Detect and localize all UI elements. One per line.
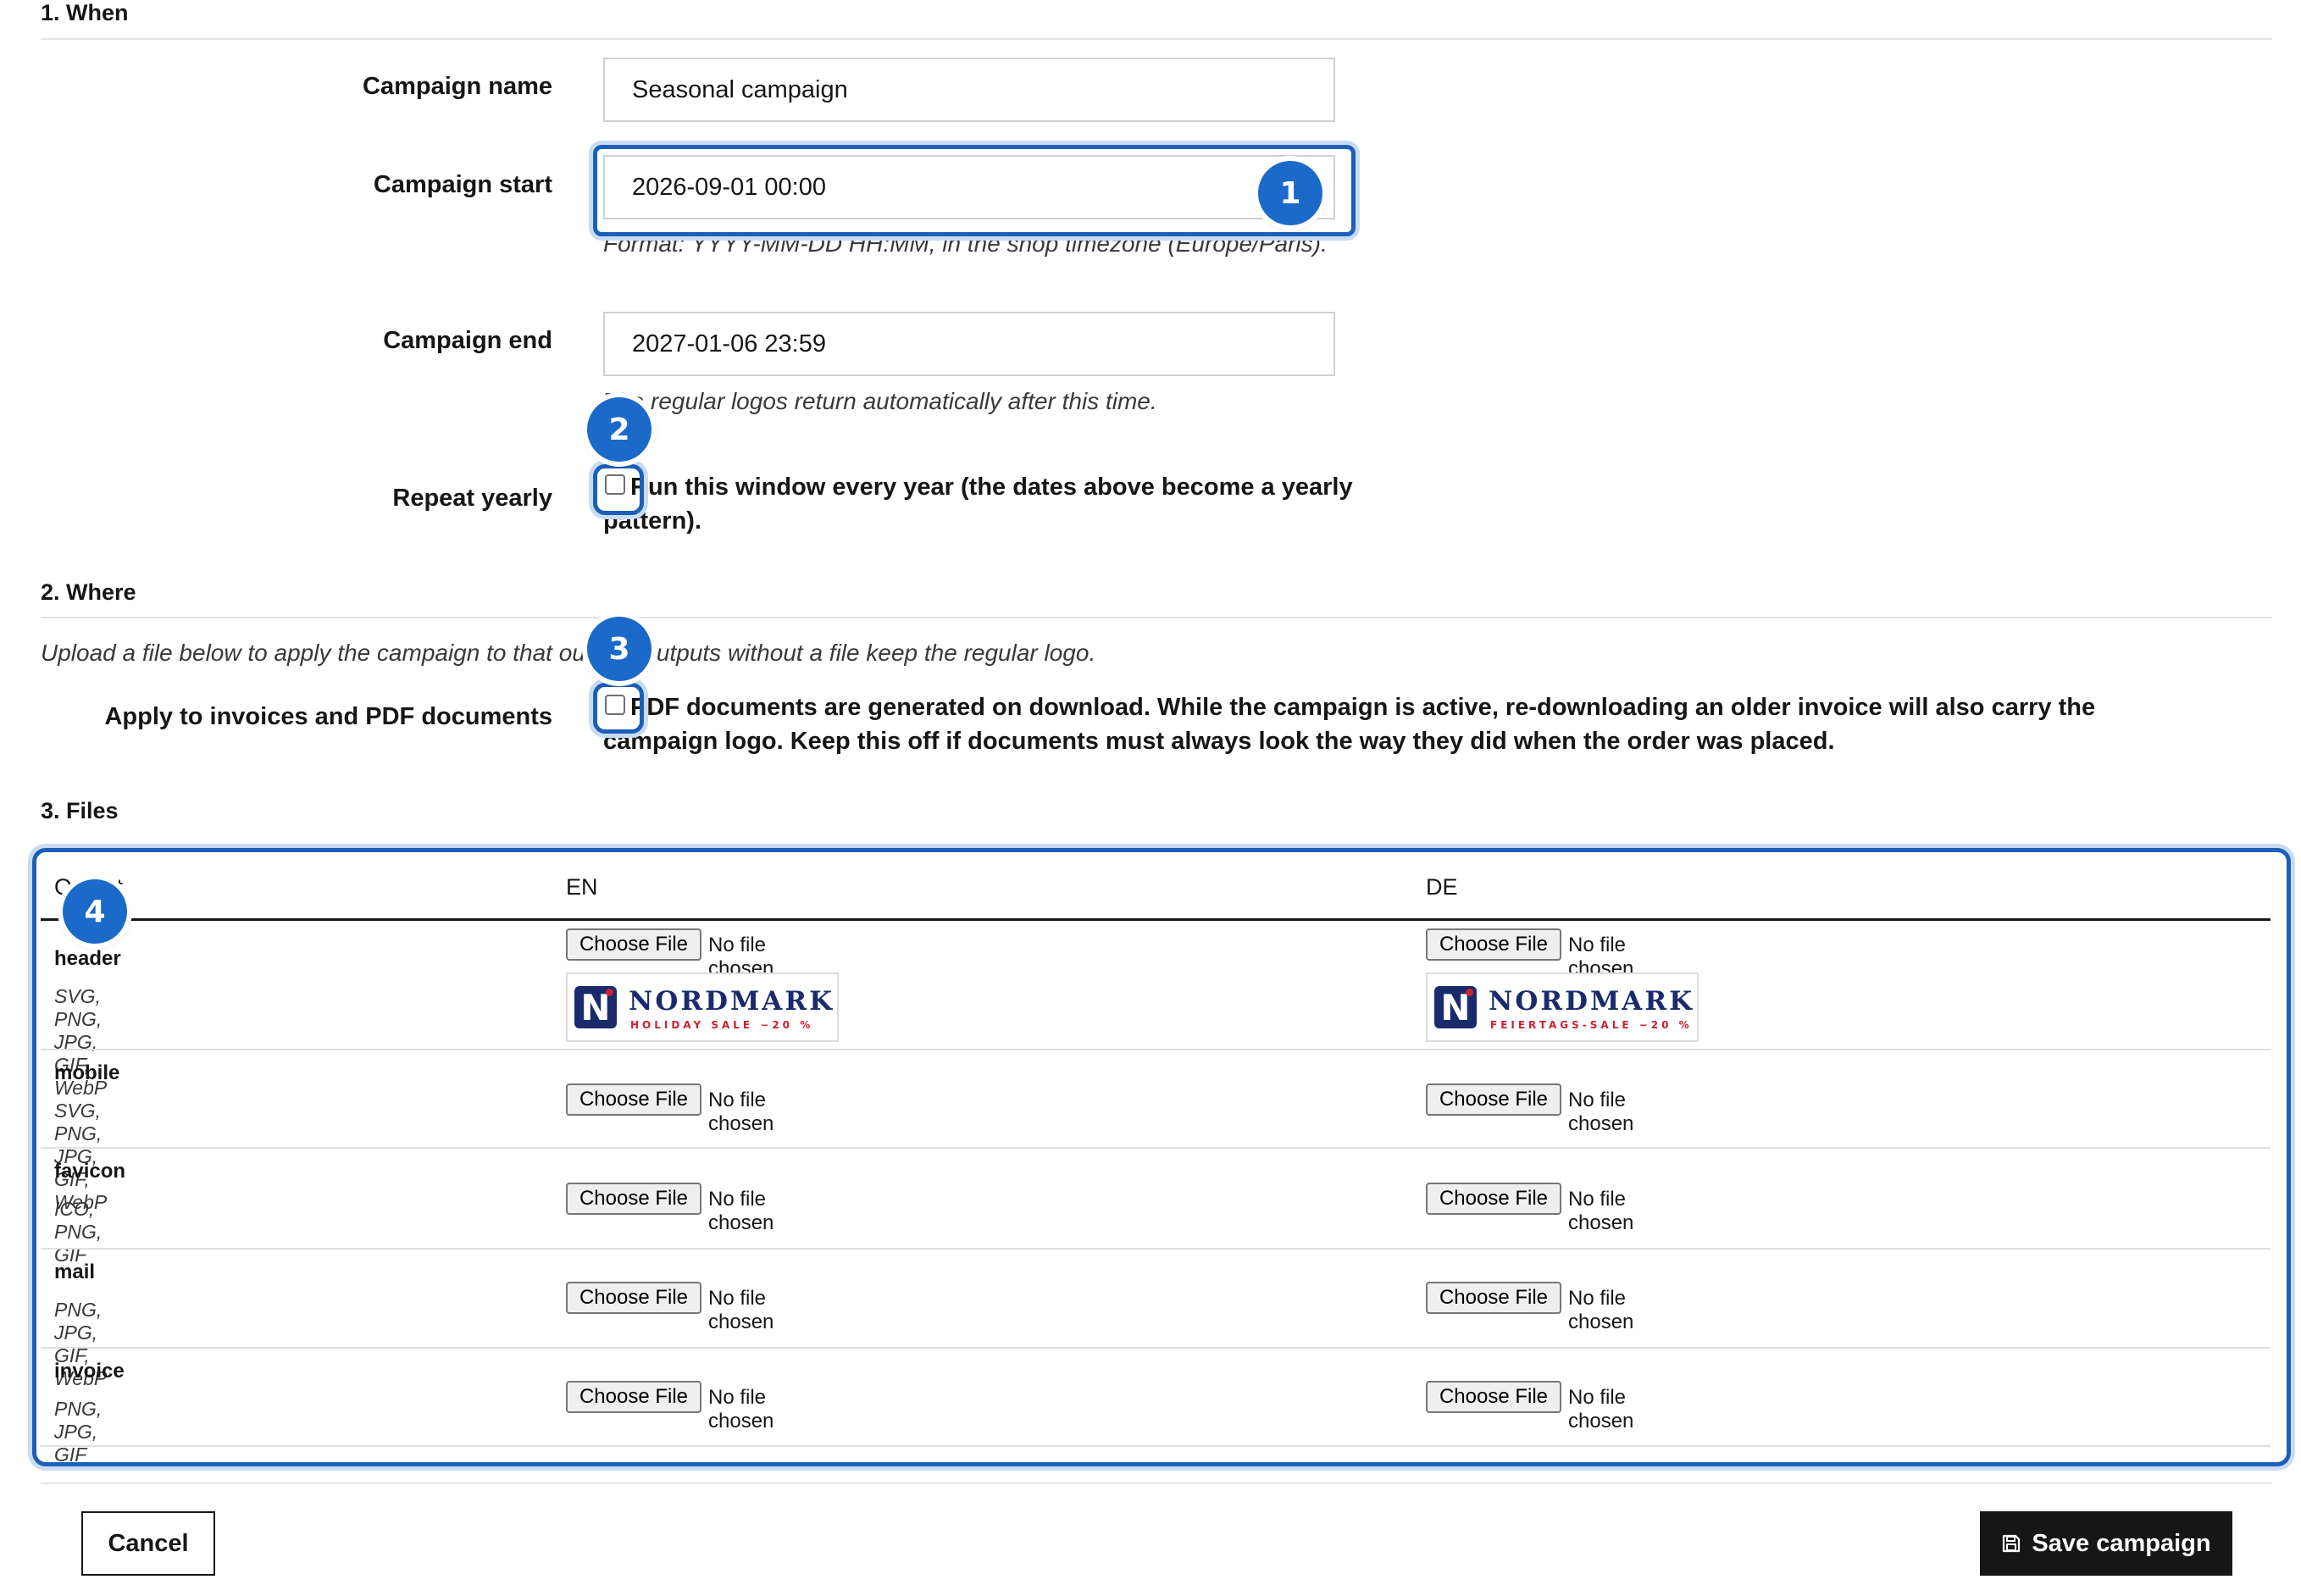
campaign-name-input[interactable]: Seasonal campaign [603, 58, 1335, 122]
where-intro-text: Upload a file below to apply the campaig… [41, 640, 1096, 666]
annotation-badge-4: 4 [63, 879, 127, 944]
annotation-badge-1: 1 [1258, 161, 1322, 225]
apply-invoices-text-line2: campaign logo. Keep this off if document… [603, 728, 1835, 755]
apply-invoices-label: Apply to invoices and PDF documents [104, 703, 552, 730]
annotation-badge-3: 3 [587, 617, 651, 681]
repeat-yearly-label: Repeat yearly [392, 485, 552, 512]
highlight-files-table [32, 848, 2291, 1466]
cancel-button[interactable]: Cancel [81, 1511, 215, 1576]
campaign-end-input[interactable]: 2027-01-06 23:59 [603, 312, 1335, 376]
floppy-disk-icon [2001, 1533, 2021, 1554]
section-title-files: 3. Files [41, 798, 119, 823]
campaign-start-label: Campaign start [373, 171, 552, 198]
highlight-campaign-start [593, 145, 1356, 236]
repeat-yearly-text-line1: Run this window every year (the dates ab… [630, 474, 1353, 501]
section-divider [41, 617, 2272, 618]
campaign-name-label: Campaign name [363, 73, 552, 100]
save-button-label: Save campaign [2032, 1529, 2211, 1557]
apply-invoices-text-line1: PDF documents are generated on download.… [630, 694, 2096, 721]
highlight-repeat-yearly-checkbox [593, 464, 644, 515]
section-title-when: 1. When [41, 0, 129, 25]
section-divider [41, 38, 2272, 40]
campaign-end-hint: The regular logos return automatically a… [603, 388, 1157, 414]
highlight-apply-invoices-checkbox [593, 683, 644, 734]
save-campaign-button[interactable]: Save campaign [1980, 1511, 2232, 1576]
campaign-end-label: Campaign end [383, 327, 552, 354]
section-title-where: 2. Where [41, 579, 136, 605]
annotation-badge-2: 2 [587, 397, 651, 462]
footer-divider [41, 1482, 2272, 1484]
